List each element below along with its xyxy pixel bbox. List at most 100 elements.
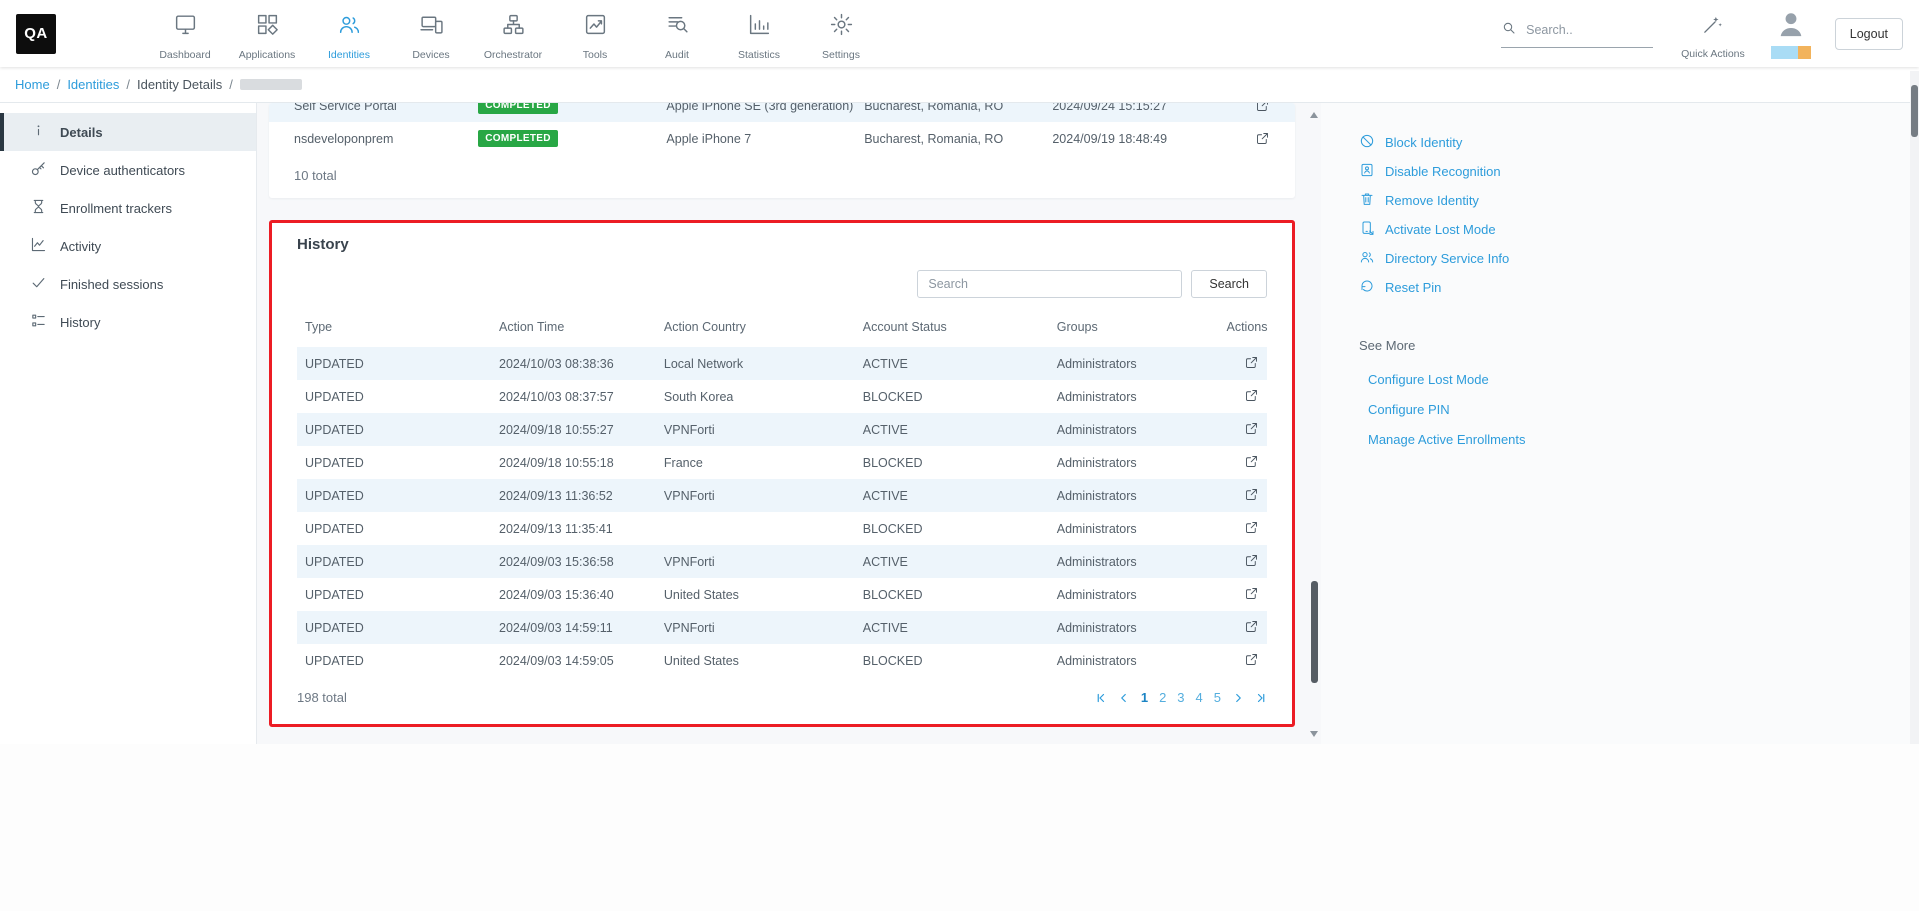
logout-button[interactable]: Logout [1835, 18, 1903, 50]
history-action-country: France [656, 446, 855, 479]
prev-page-icon[interactable] [1118, 692, 1130, 704]
reset-pin-link[interactable]: Reset Pin [1359, 273, 1919, 302]
disable-recognition-link[interactable]: Disable Recognition [1359, 157, 1919, 186]
open-record-icon[interactable] [1244, 421, 1259, 436]
global-search-input[interactable] [1526, 23, 1638, 37]
nav-item-orchestrator[interactable]: Orchestrator [472, 7, 554, 61]
history-action-time: 2024/09/03 14:59:05 [491, 644, 656, 677]
open-record-icon[interactable] [1244, 586, 1259, 601]
history-action-time: 2024/09/18 10:55:27 [491, 413, 656, 446]
history-groups: Administrators [1049, 479, 1219, 512]
nav-item-statistics[interactable]: Statistics [718, 7, 800, 61]
next-page-icon[interactable] [1232, 692, 1244, 704]
scroll-up-arrow-icon[interactable] [1310, 112, 1318, 118]
sidebar-item-history[interactable]: History [0, 303, 256, 341]
history-type: UPDATED [297, 347, 491, 380]
page-number[interactable]: 4 [1196, 690, 1203, 705]
history-row: UPDATED 2024/10/03 08:38:36 Local Networ… [297, 347, 1267, 380]
history-action-time: 2024/09/18 10:55:18 [491, 446, 656, 479]
history-row: UPDATED 2024/10/03 08:37:57 South Korea … [297, 380, 1267, 413]
open-record-icon[interactable] [1244, 520, 1259, 535]
open-record-icon[interactable] [1244, 652, 1259, 667]
block-icon [1359, 133, 1375, 152]
breadcrumb-home-link[interactable]: Home [15, 77, 50, 92]
history-row: UPDATED 2024/09/18 10:55:27 VPNForti ACT… [297, 413, 1267, 446]
sidebar-item-label: History [60, 315, 100, 330]
open-record-icon[interactable] [1244, 619, 1259, 634]
open-record-icon[interactable] [1255, 131, 1270, 146]
statistics-icon [747, 12, 772, 42]
breadcrumb-identities-link[interactable]: Identities [67, 77, 119, 92]
scrollbar-thumb[interactable] [1311, 581, 1318, 683]
app-logo[interactable]: QA [16, 14, 56, 54]
sessions-table: Self Service Portal COMPLETED Apple iPho… [269, 103, 1295, 155]
history-search-button[interactable]: Search [1191, 270, 1267, 298]
block-identity-link[interactable]: Block Identity [1359, 128, 1919, 157]
open-record-icon[interactable] [1244, 487, 1259, 502]
sidebar-item-device-authenticators[interactable]: Device authenticators [0, 151, 256, 189]
activate-lost-mode-link[interactable]: Activate Lost Mode [1359, 215, 1919, 244]
scroll-down-arrow-icon[interactable] [1310, 731, 1318, 737]
nav-item-settings[interactable]: Settings [800, 7, 882, 61]
open-record-icon[interactable] [1244, 553, 1259, 568]
remove-identity-link[interactable]: Remove Identity [1359, 186, 1919, 215]
see-more-links: Configure Lost Mode Configure PIN Manage… [1359, 364, 1919, 454]
open-record-icon[interactable] [1244, 388, 1259, 403]
sidebar-item-details[interactable]: Details [0, 113, 256, 151]
history-action-time: 2024/09/03 15:36:58 [491, 545, 656, 578]
history-row: UPDATED 2024/09/03 15:36:58 VPNForti ACT… [297, 545, 1267, 578]
breadcrumb: Home / Identities / Identity Details / [0, 67, 1919, 103]
sidebar-item-label: Details [60, 125, 103, 140]
content-scrollbar[interactable] [1307, 103, 1321, 744]
history-groups: Administrators [1049, 545, 1219, 578]
history-action-country: VPNForti [656, 479, 855, 512]
nav-item-dashboard[interactable]: Dashboard [144, 7, 226, 61]
panel-item-label: Directory Service Info [1385, 251, 1509, 266]
history-groups: Administrators [1049, 413, 1219, 446]
history-account-status: ACTIVE [855, 545, 1049, 578]
page-number-label: 3 [1177, 690, 1184, 705]
hourglass-icon [30, 198, 47, 218]
nav-item-applications[interactable]: Applications [226, 7, 308, 61]
history-action-time: 2024/09/13 11:36:52 [491, 479, 656, 512]
page-scrollbar-thumb[interactable] [1911, 85, 1918, 137]
history-table: Type Action Time Action Country Account … [297, 310, 1267, 677]
page-scrollbar[interactable] [1910, 71, 1919, 744]
sidebar-item-enrollment-trackers[interactable]: Enrollment trackers [0, 189, 256, 227]
session-location: Bucharest, Romania, RO [864, 132, 1052, 146]
breadcrumb-separator: / [126, 77, 130, 92]
identity-actions-panel: Block Identity Disable Recognition Remov… [1321, 103, 1919, 744]
nav-item-devices[interactable]: Devices [390, 7, 472, 61]
last-page-icon[interactable] [1255, 692, 1267, 704]
magic-wand-icon [1701, 13, 1724, 41]
history-search-input[interactable] [917, 270, 1182, 298]
open-record-icon[interactable] [1255, 103, 1270, 113]
open-record-icon[interactable] [1244, 355, 1259, 370]
page-number[interactable]: 5 [1214, 690, 1221, 705]
nav-item-tools[interactable]: Tools [554, 7, 636, 61]
id-badge-icon [1359, 162, 1375, 181]
user-avatar[interactable] [1771, 9, 1811, 59]
column-header-actions: Actions [1218, 310, 1267, 347]
page-number[interactable]: 3 [1177, 690, 1184, 705]
configure-pin-link[interactable]: Configure PIN [1359, 394, 1919, 424]
history-action-country: VPNForti [656, 413, 855, 446]
nav-item-audit[interactable]: Audit [636, 7, 718, 61]
directory-service-info-link[interactable]: Directory Service Info [1359, 244, 1919, 273]
sidebar-item-finished-sessions[interactable]: Finished sessions [0, 265, 256, 303]
configure-lost-mode-link[interactable]: Configure Lost Mode [1359, 364, 1919, 394]
quick-actions-button[interactable]: Quick Actions [1681, 8, 1745, 60]
detail-sidebar: Details Device authenticators Enrollment… [0, 103, 257, 744]
first-page-icon[interactable] [1095, 692, 1107, 704]
history-groups: Administrators [1049, 347, 1219, 380]
page-number[interactable]: 2 [1159, 690, 1166, 705]
sidebar-item-label: Device authenticators [60, 163, 185, 178]
open-record-icon[interactable] [1244, 454, 1259, 469]
sidebar-item-activity[interactable]: Activity [0, 227, 256, 265]
nav-item-identities[interactable]: Identities [308, 7, 390, 61]
page-number-label: 4 [1196, 690, 1203, 705]
session-name: Self Service Portal [294, 103, 478, 113]
page-number[interactable]: 1 [1141, 690, 1148, 705]
history-total: 198 total [297, 690, 347, 705]
manage-active-enrollments-link[interactable]: Manage Active Enrollments [1359, 424, 1919, 454]
